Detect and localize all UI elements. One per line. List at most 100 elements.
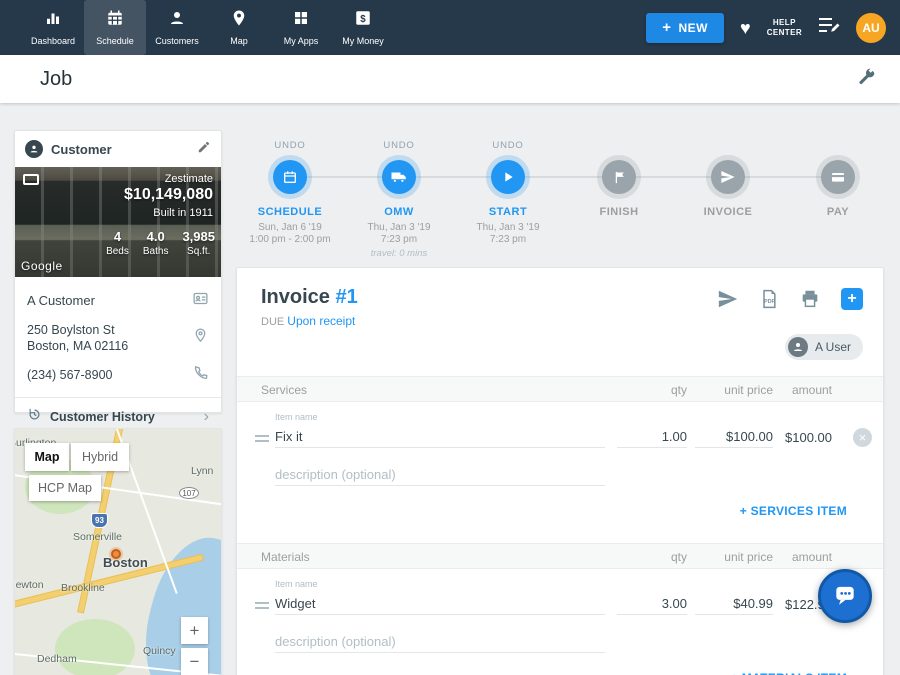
map-label-lynn: Lynn bbox=[191, 465, 213, 477]
location-pin-icon[interactable] bbox=[192, 327, 209, 349]
print-icon[interactable] bbox=[799, 288, 821, 310]
assigned-user-chip[interactable]: A User bbox=[785, 334, 863, 360]
map-pin-icon bbox=[230, 9, 248, 32]
zestimate-block: Zestimate $10,149,080 Built in 1911 bbox=[124, 173, 213, 219]
start-play-step-icon[interactable] bbox=[491, 160, 525, 194]
service-qty-input[interactable] bbox=[617, 426, 687, 448]
map-label-boston: Boston bbox=[103, 555, 148, 570]
user-avatar[interactable]: AU bbox=[856, 13, 886, 43]
property-photo: Zestimate $10,149,080 Built in 1911 4 Be… bbox=[15, 167, 221, 277]
step-label: START bbox=[453, 206, 563, 218]
user-chip-avatar bbox=[788, 337, 808, 357]
drag-handle[interactable] bbox=[255, 599, 269, 612]
phone-icon[interactable] bbox=[192, 364, 209, 386]
pay-card-step-icon[interactable] bbox=[821, 160, 855, 194]
hybrid-view-button[interactable]: Hybrid bbox=[71, 443, 129, 471]
material-qty-input[interactable] bbox=[617, 593, 687, 615]
nav-label: My Apps bbox=[284, 36, 319, 46]
material-description-input[interactable] bbox=[275, 631, 605, 653]
omw-truck-step-icon[interactable] bbox=[382, 160, 416, 194]
undo-schedule-button[interactable]: UNDO bbox=[235, 140, 345, 151]
step-label: OMW bbox=[344, 206, 454, 218]
zestimate-label: Zestimate bbox=[124, 173, 213, 185]
invoice-add-button[interactable]: + bbox=[841, 288, 863, 310]
help-center-link[interactable]: HELP CENTER bbox=[767, 18, 802, 38]
contact-card-icon[interactable] bbox=[192, 290, 209, 312]
finish-flag-step-icon[interactable] bbox=[602, 160, 636, 194]
service-item-name-input[interactable] bbox=[275, 426, 605, 448]
add-services-item-link[interactable]: + SERVICES ITEM bbox=[740, 504, 847, 518]
step-finish: FINISH bbox=[564, 130, 674, 265]
address-line1: 250 Boylston St bbox=[27, 322, 192, 338]
drag-handle[interactable] bbox=[255, 432, 269, 445]
send-invoice-icon[interactable] bbox=[717, 288, 739, 310]
dashboard-icon bbox=[44, 9, 62, 32]
zoom-in-button[interactable]: + bbox=[181, 617, 208, 644]
heart-icon[interactable]: ♥ bbox=[740, 19, 751, 37]
unit-price-column-header: unit price bbox=[689, 550, 773, 564]
section-title: Materials bbox=[261, 550, 310, 564]
baths-stat: 4.0 Baths bbox=[143, 229, 169, 257]
beds-label: Beds bbox=[106, 246, 129, 257]
map-view-button[interactable]: Map bbox=[25, 443, 69, 471]
step-label: PAY bbox=[783, 206, 893, 218]
main-nav: Dashboard Schedule Customers Map My Apps… bbox=[22, 0, 394, 55]
nav-map[interactable]: Map bbox=[208, 0, 270, 55]
map-label-somerville: Somerville bbox=[73, 531, 122, 543]
job-tools-icon[interactable] bbox=[856, 67, 876, 92]
baths-label: Baths bbox=[143, 246, 169, 257]
plus-icon: + bbox=[662, 19, 671, 36]
new-button[interactable]: + NEW bbox=[646, 13, 724, 43]
nav-schedule[interactable]: Schedule bbox=[84, 0, 146, 55]
item-name-field-label: Item name bbox=[275, 412, 318, 422]
invoice-send-step-icon[interactable] bbox=[711, 160, 745, 194]
svg-text:$: $ bbox=[360, 14, 366, 25]
chat-fab-button[interactable] bbox=[818, 569, 872, 623]
service-description-input[interactable] bbox=[275, 464, 605, 486]
schedule-icon bbox=[106, 9, 124, 32]
customer-card-title: Customer bbox=[51, 142, 189, 157]
undo-start-button[interactable]: UNDO bbox=[453, 140, 563, 151]
nav-customers[interactable]: Customers bbox=[146, 0, 208, 55]
undo-omw-button[interactable]: UNDO bbox=[344, 140, 454, 151]
help-center-line2: CENTER bbox=[767, 28, 802, 38]
sqft-label: Sq.ft. bbox=[182, 246, 215, 257]
nav-label: Map bbox=[230, 36, 248, 46]
page-header: Job bbox=[0, 55, 900, 103]
step-date: Sun, Jan 6 '19 bbox=[235, 222, 345, 234]
edit-customer-icon[interactable] bbox=[197, 140, 211, 159]
sqft-stat: 3,985 Sq.ft. bbox=[182, 229, 215, 257]
property-stats: 4 Beds 4.0 Baths 3,985 Sq.ft. bbox=[106, 229, 215, 257]
top-nav: Dashboard Schedule Customers Map My Apps… bbox=[0, 0, 900, 55]
customer-address-row: 250 Boylston St Boston, MA 02116 bbox=[27, 317, 209, 359]
nav-my-apps[interactable]: My Apps bbox=[270, 0, 332, 55]
hcp-map-button[interactable]: HCP Map bbox=[29, 475, 101, 501]
customer-name-row: A Customer bbox=[27, 285, 209, 317]
service-unit-price-input[interactable] bbox=[695, 426, 773, 448]
schedule-step-icon[interactable] bbox=[273, 160, 307, 194]
nav-label: Schedule bbox=[96, 36, 134, 46]
step-date: Thu, Jan 3 '19 bbox=[344, 222, 454, 234]
beds-stat: 4 Beds bbox=[106, 229, 129, 257]
add-materials-item-link[interactable]: + MATERIALS ITEM bbox=[731, 671, 847, 675]
due-terms-link[interactable]: Upon receipt bbox=[287, 314, 355, 328]
help-center-line1: HELP bbox=[767, 18, 802, 28]
notes-edit-icon[interactable] bbox=[818, 16, 840, 39]
step-pay: PAY bbox=[783, 130, 893, 265]
nav-my-money[interactable]: $ My Money bbox=[332, 0, 394, 55]
customer-card-header: Customer bbox=[15, 131, 221, 167]
apps-grid-icon bbox=[292, 9, 310, 32]
material-item-name-input[interactable] bbox=[275, 593, 605, 615]
job-location-marker[interactable] bbox=[111, 549, 121, 559]
zoom-out-button[interactable]: − bbox=[181, 648, 208, 675]
avatar-initials: AU bbox=[862, 21, 879, 35]
step-schedule: UNDO SCHEDULE Sun, Jan 6 '19 1:00 pm - 2… bbox=[235, 130, 345, 265]
beds-value: 4 bbox=[106, 229, 129, 244]
map-card[interactable]: Burlington Lynn Somerville Boston Newton… bbox=[14, 428, 222, 675]
map-label-quincy: Quincy bbox=[143, 645, 176, 657]
step-start: UNDO START Thu, Jan 3 '19 7:23 pm bbox=[453, 130, 563, 265]
material-unit-price-input[interactable] bbox=[695, 593, 773, 615]
pdf-icon[interactable]: PDF bbox=[759, 288, 779, 310]
nav-dashboard[interactable]: Dashboard bbox=[22, 0, 84, 55]
remove-item-icon[interactable]: × bbox=[853, 428, 872, 447]
